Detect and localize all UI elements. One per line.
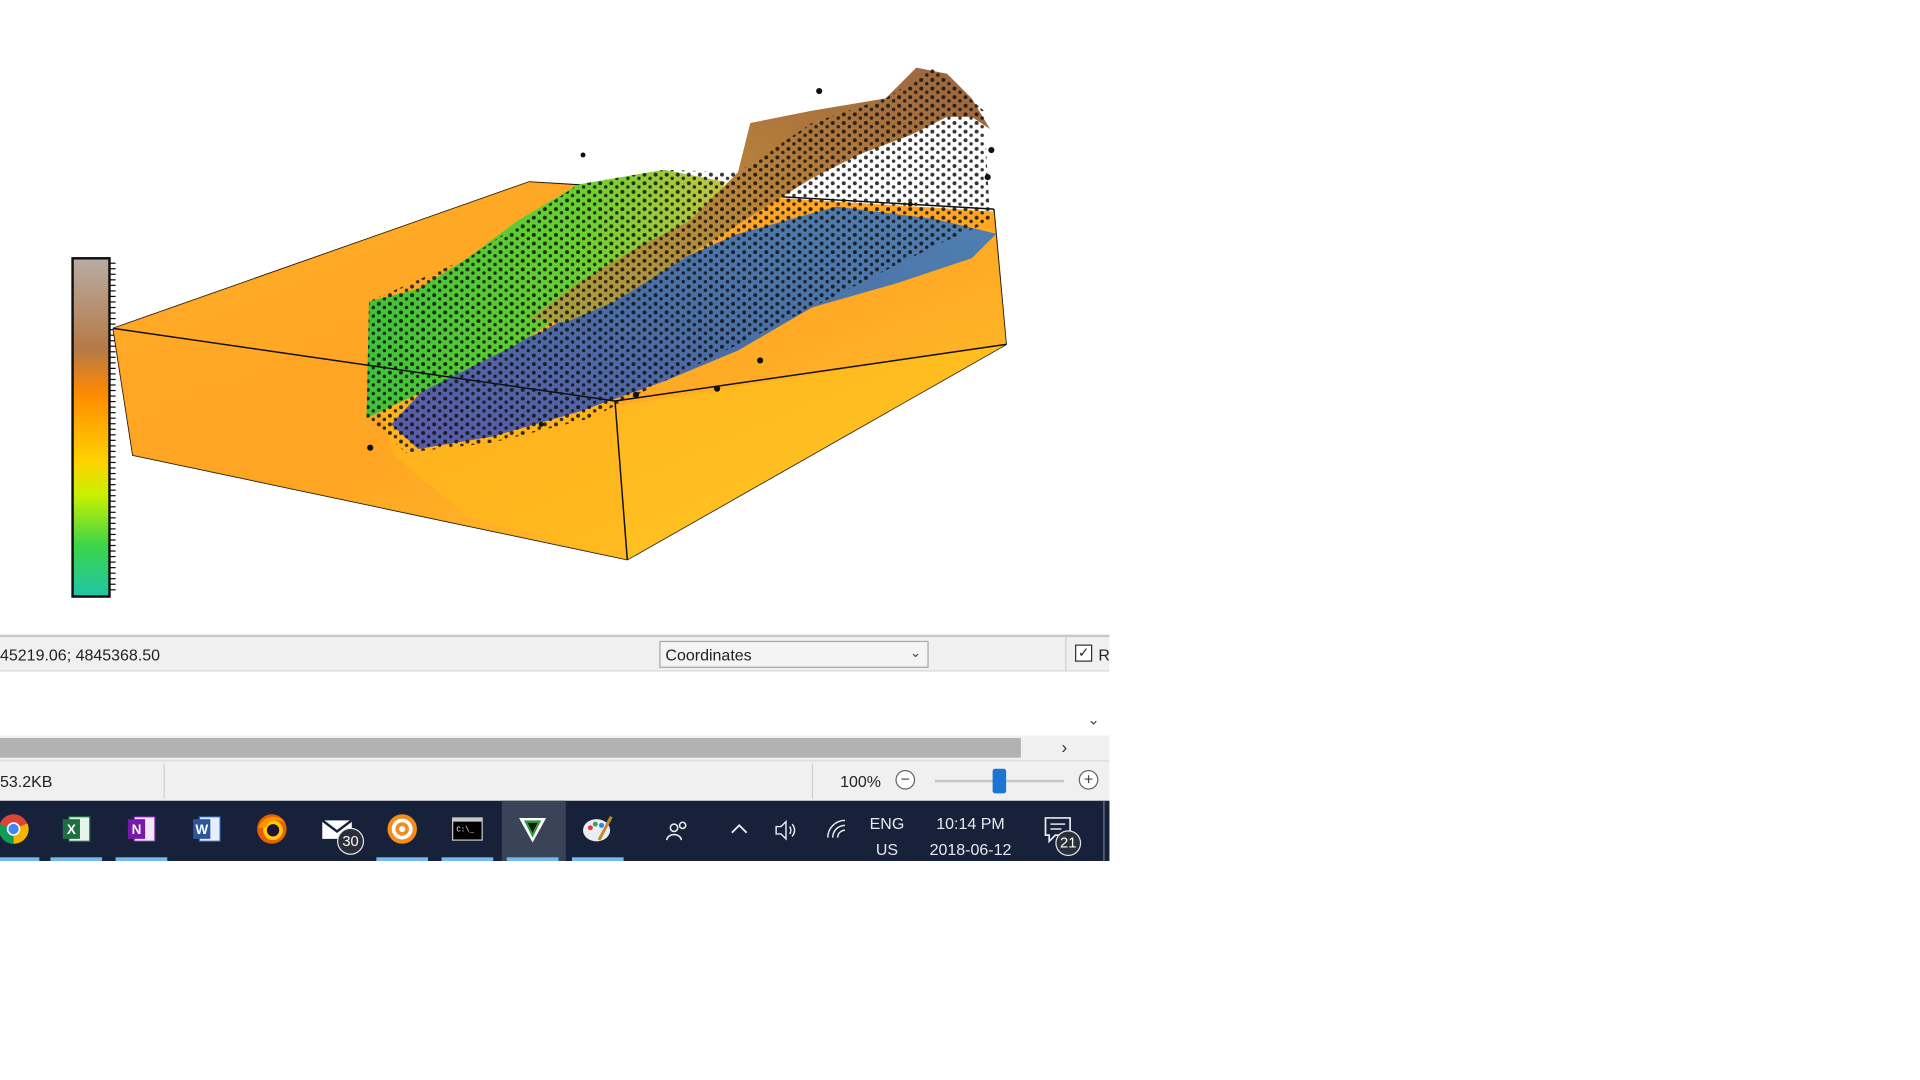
active-indicator [506,857,559,861]
active-indicator [376,857,429,861]
active-indicator [50,857,103,861]
onenote-icon: N [127,816,156,842]
chevron-down-icon: ⌄ [909,645,922,661]
coordinate-status-bar: 45219.06; 4845368.50 Coordinates ⌄ ✓ R [0,634,1110,672]
color-scale-bar [71,257,116,598]
taskbar-app-settings[interactable] [371,801,435,861]
taskbar: X N W 30 C:\_ ENG US 10:14 PM 2018-06-12… [0,800,1110,863]
clock-time: 10:14 PM [936,814,1005,833]
system-clock[interactable]: 10:14 PM 2018-06-12 [916,811,1024,863]
taskbar-app-excel[interactable]: X [46,801,110,861]
zoom-out-button[interactable]: − [895,769,916,790]
active-indicator [571,857,624,861]
taskbar-app-chrome[interactable] [0,801,47,861]
r-checkbox-label: R [1098,645,1110,665]
show-hidden-icons-chevron-icon[interactable] [728,818,750,846]
divider [1065,637,1067,672]
chrome-icon [0,814,29,844]
surfer-app-icon [519,817,547,843]
language-indicator[interactable]: ENG US [870,811,905,863]
firefox-icon [257,814,287,844]
word-icon: W [193,816,221,842]
mail-badge: 30 [337,827,365,855]
zoom-percent: 100% [840,772,881,791]
wifi-icon[interactable] [825,818,850,849]
taskbar-app-surfer[interactable] [501,800,566,861]
taskbar-app-mail[interactable]: 30 [306,801,370,861]
zoom-in-button[interactable]: + [1078,769,1099,790]
active-indicator [0,857,40,861]
scroll-right-icon[interactable]: › [1061,737,1067,757]
taskbar-app-onenote[interactable]: N [111,801,175,861]
3d-surface-plot[interactable] [0,0,1109,633]
excel-icon: X [62,816,91,842]
divider [163,763,165,799]
scroll-down-icon[interactable]: ⌄ [1087,711,1099,728]
output-panel: ⌄ [0,671,1110,736]
plot-viewport[interactable] [0,0,1110,634]
zoom-slider-thumb[interactable] [992,768,1007,794]
taskbar-app-terminal[interactable]: C:\_ [437,801,501,861]
bottom-status-bar: 53.2KB 100% − + [0,760,1110,801]
file-size: 53.2KB [0,772,53,791]
r-checkbox[interactable]: ✓ [1075,644,1093,662]
svg-text:X: X [67,822,76,837]
svg-text:N: N [132,822,142,837]
active-indicator [115,857,168,861]
coordinate-mode-value: Coordinates [665,645,752,665]
svg-text:C:\_: C:\_ [456,826,474,834]
show-desktop-button[interactable] [1103,800,1109,861]
taskbar-app-firefox[interactable] [241,801,305,861]
coordinate-mode-dropdown[interactable]: Coordinates ⌄ [659,640,929,668]
clock-date: 2018-06-12 [929,840,1012,859]
cursor-coordinates: 45219.06; 4845368.50 [0,645,161,665]
taskbar-app-word[interactable]: W [176,801,240,861]
action-center-button[interactable]: 21 [1043,815,1087,857]
language-code: ENG [869,814,905,833]
keyboard-region: US [875,840,899,859]
svg-text:W: W [195,822,208,837]
scrollbar-thumb[interactable] [0,738,1021,758]
taskbar-app-paint[interactable] [567,801,631,861]
settings-app-icon [387,814,417,844]
terminal-icon: C:\_ [452,817,483,841]
paint-icon [583,816,613,842]
horizontal-scrollbar[interactable]: › [0,735,1110,761]
active-indicator [441,857,494,861]
volume-icon[interactable] [774,818,799,849]
people-icon[interactable] [665,818,690,849]
notification-count-badge: 21 [1055,830,1082,857]
divider [811,763,814,799]
